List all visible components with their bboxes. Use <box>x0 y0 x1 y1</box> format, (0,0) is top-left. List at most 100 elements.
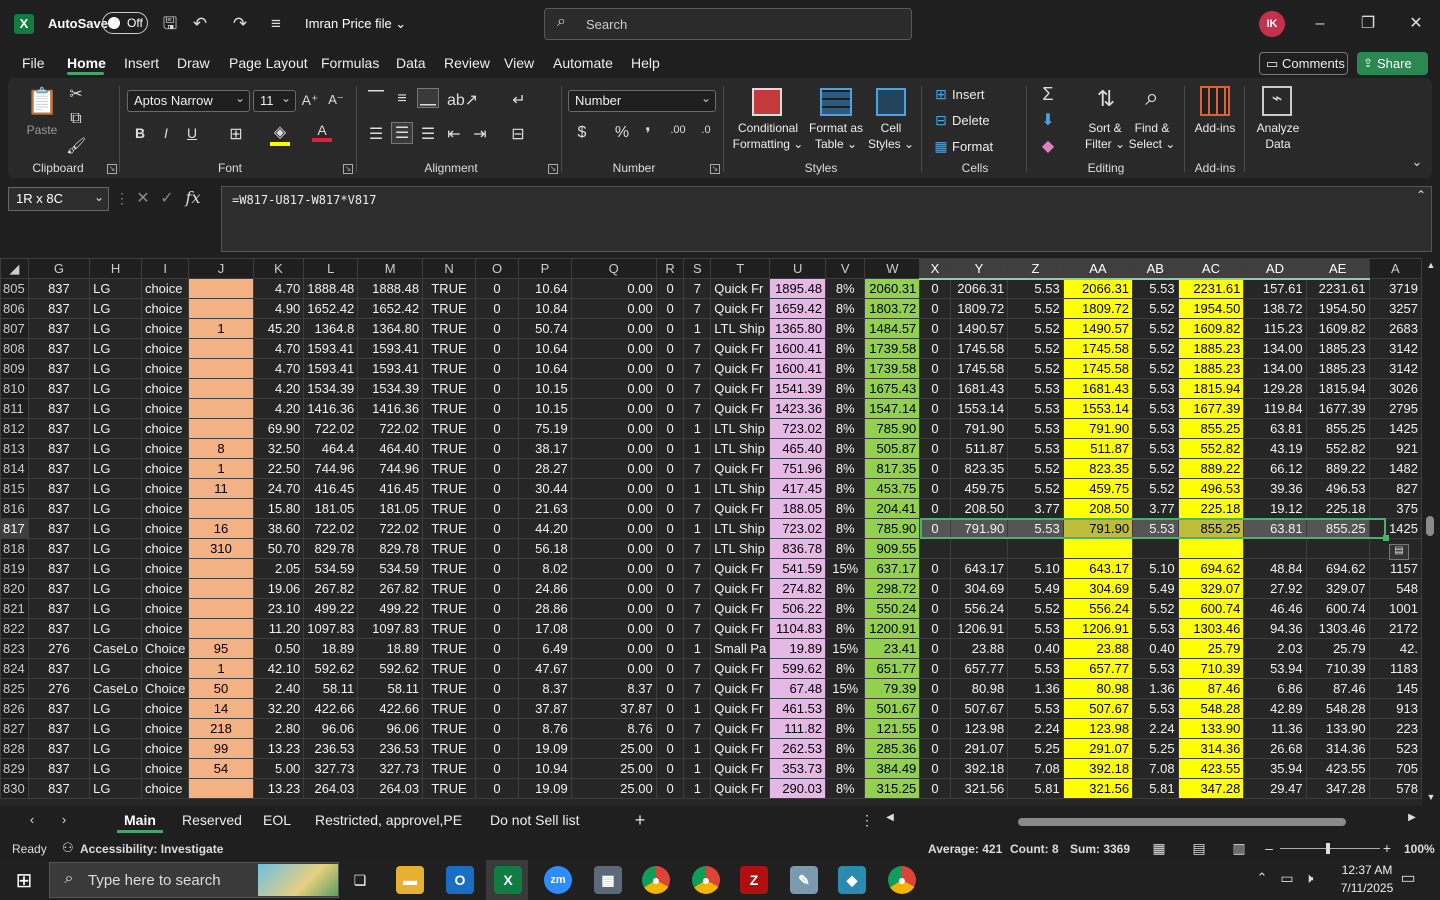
cell[interactable]: 1364.8 <box>303 318 359 339</box>
cell[interactable]: 8.37 <box>570 678 657 699</box>
cell[interactable]: 5.49 <box>1132 578 1179 599</box>
cell[interactable]: TRUE <box>422 638 476 659</box>
cell[interactable]: choice <box>140 658 190 679</box>
status-average[interactable]: Average: 421 <box>928 842 1002 856</box>
cell[interactable]: Quick Fr <box>710 758 771 779</box>
cell[interactable]: 63.81 <box>1243 418 1307 439</box>
cell[interactable]: 1652.42 <box>303 298 359 319</box>
format-painter-icon[interactable]: 🖌 <box>66 136 86 156</box>
cell[interactable]: 0 <box>919 618 951 639</box>
comments-button[interactable]: Comments <box>1259 52 1348 75</box>
cell[interactable]: 1 <box>683 758 712 779</box>
cell[interactable]: 817.35 <box>864 458 921 479</box>
cell[interactable] <box>1007 538 1064 559</box>
clock-date[interactable]: 7/11/2025 <box>1332 881 1402 895</box>
cell[interactable]: 0 <box>919 498 951 519</box>
cell[interactable]: 4.70 <box>252 358 305 379</box>
cell[interactable]: choice <box>140 338 190 359</box>
cell[interactable]: 1593.41 <box>357 358 424 379</box>
cell[interactable]: 0 <box>655 438 685 459</box>
cell[interactable]: 423.55 <box>1177 758 1245 779</box>
cell[interactable]: choice <box>140 478 190 499</box>
cell[interactable]: 0 <box>919 398 951 419</box>
format-cells-button[interactable]: Format <box>952 139 1012 155</box>
cell[interactable]: 1 <box>683 518 712 539</box>
autosum-icon[interactable]: Σ <box>1038 84 1058 105</box>
row-header[interactable]: 815 <box>0 478 29 499</box>
column-header[interactable]: O <box>474 258 520 279</box>
cell[interactable]: 5.52 <box>1132 598 1179 619</box>
cell[interactable]: 785.90 <box>864 518 921 539</box>
cell[interactable]: 47.67 <box>518 658 572 679</box>
row-header[interactable]: 807 <box>0 318 29 339</box>
horizontal-scroll-thumb[interactable] <box>1018 818 1346 826</box>
clock-time[interactable]: 12:37 AM <box>1332 863 1402 877</box>
cell[interactable]: 723.02 <box>769 418 827 439</box>
column-header[interactable]: W <box>864 258 921 279</box>
cell[interactable]: 1416.36 <box>303 398 359 419</box>
cell[interactable]: 8% <box>825 338 866 359</box>
cell[interactable]: 5.53 <box>1132 438 1179 459</box>
fill-handle[interactable] <box>1383 535 1389 541</box>
cell[interactable]: 0.00 <box>570 318 657 339</box>
cell[interactable]: choice <box>140 618 190 639</box>
cell[interactable]: 181.05 <box>303 498 359 519</box>
cell[interactable]: 5.53 <box>1007 658 1064 679</box>
cell[interactable]: choice <box>140 698 190 719</box>
cell[interactable]: 27.92 <box>1243 578 1307 599</box>
cell[interactable]: 321.56 <box>1062 778 1134 799</box>
cell[interactable]: 38.60 <box>252 518 305 539</box>
cell[interactable]: 17.08 <box>518 618 572 639</box>
cell[interactable]: 7 <box>683 338 712 359</box>
cell[interactable]: LG <box>89 418 142 439</box>
cell[interactable]: 5.53 <box>1007 518 1064 539</box>
column-header[interactable]: J <box>188 258 254 279</box>
cell[interactable]: TRUE <box>422 438 476 459</box>
cell[interactable]: 392.18 <box>949 758 1009 779</box>
system-tray-chevron-icon[interactable]: ⌃ <box>1254 870 1270 886</box>
cell[interactable]: 0 <box>919 778 951 799</box>
scroll-down-icon[interactable]: ▼ <box>1424 792 1438 802</box>
sheet-tab-restricted[interactable]: Restricted, approvel,PE <box>315 812 462 828</box>
cell[interactable]: Quick Fr <box>710 778 771 799</box>
cell[interactable]: 329.07 <box>1177 578 1245 599</box>
cell[interactable]: 1423.36 <box>769 398 827 419</box>
cell[interactable]: 157.61 <box>1243 278 1307 299</box>
menu-draw[interactable]: Draw <box>177 55 210 71</box>
cell[interactable]: 548 <box>1368 578 1422 599</box>
cell[interactable]: 837 <box>27 658 91 679</box>
scroll-left-icon[interactable]: ◀ <box>884 812 896 823</box>
font-color-icon[interactable]: A <box>312 122 332 142</box>
cell[interactable]: Quick Fr <box>710 458 771 479</box>
cell[interactable]: 264.03 <box>357 778 424 799</box>
cell[interactable]: 0.00 <box>570 618 657 639</box>
cell[interactable]: 7 <box>683 578 712 599</box>
cell[interactable]: 3142 <box>1368 358 1422 379</box>
cell[interactable]: 145 <box>1368 678 1422 699</box>
cell[interactable]: 10.64 <box>518 278 572 299</box>
cell[interactable]: 599.62 <box>769 658 827 679</box>
cell[interactable] <box>188 418 254 439</box>
cell[interactable]: 0 <box>655 598 685 619</box>
cell[interactable]: 2.05 <box>252 558 305 579</box>
cell[interactable]: 96.06 <box>357 718 424 739</box>
underline-icon[interactable]: U <box>183 125 201 141</box>
column-header[interactable]: V <box>825 258 866 279</box>
cell[interactable]: 1745.58 <box>1062 358 1134 379</box>
cell[interactable]: 7.08 <box>1007 758 1064 779</box>
cell[interactable]: 0.00 <box>570 598 657 619</box>
cell[interactable]: choice <box>140 498 190 519</box>
row-header[interactable]: 814 <box>0 458 29 479</box>
cell[interactable]: 5.52 <box>1007 598 1064 619</box>
cell[interactable]: 1609.82 <box>1177 318 1245 339</box>
menu-help[interactable]: Help <box>631 55 660 71</box>
cell[interactable]: 0 <box>919 318 951 339</box>
cell[interactable]: 0 <box>655 758 685 779</box>
task-view-icon[interactable]: ❏ <box>346 866 374 894</box>
cell[interactable]: 0 <box>474 278 520 299</box>
cell[interactable]: 276 <box>27 638 91 659</box>
cell[interactable]: 1490.57 <box>949 318 1009 339</box>
cell[interactable]: 2.03 <box>1243 638 1307 659</box>
cell[interactable]: 8% <box>825 758 866 779</box>
cell[interactable]: 1 <box>683 318 712 339</box>
